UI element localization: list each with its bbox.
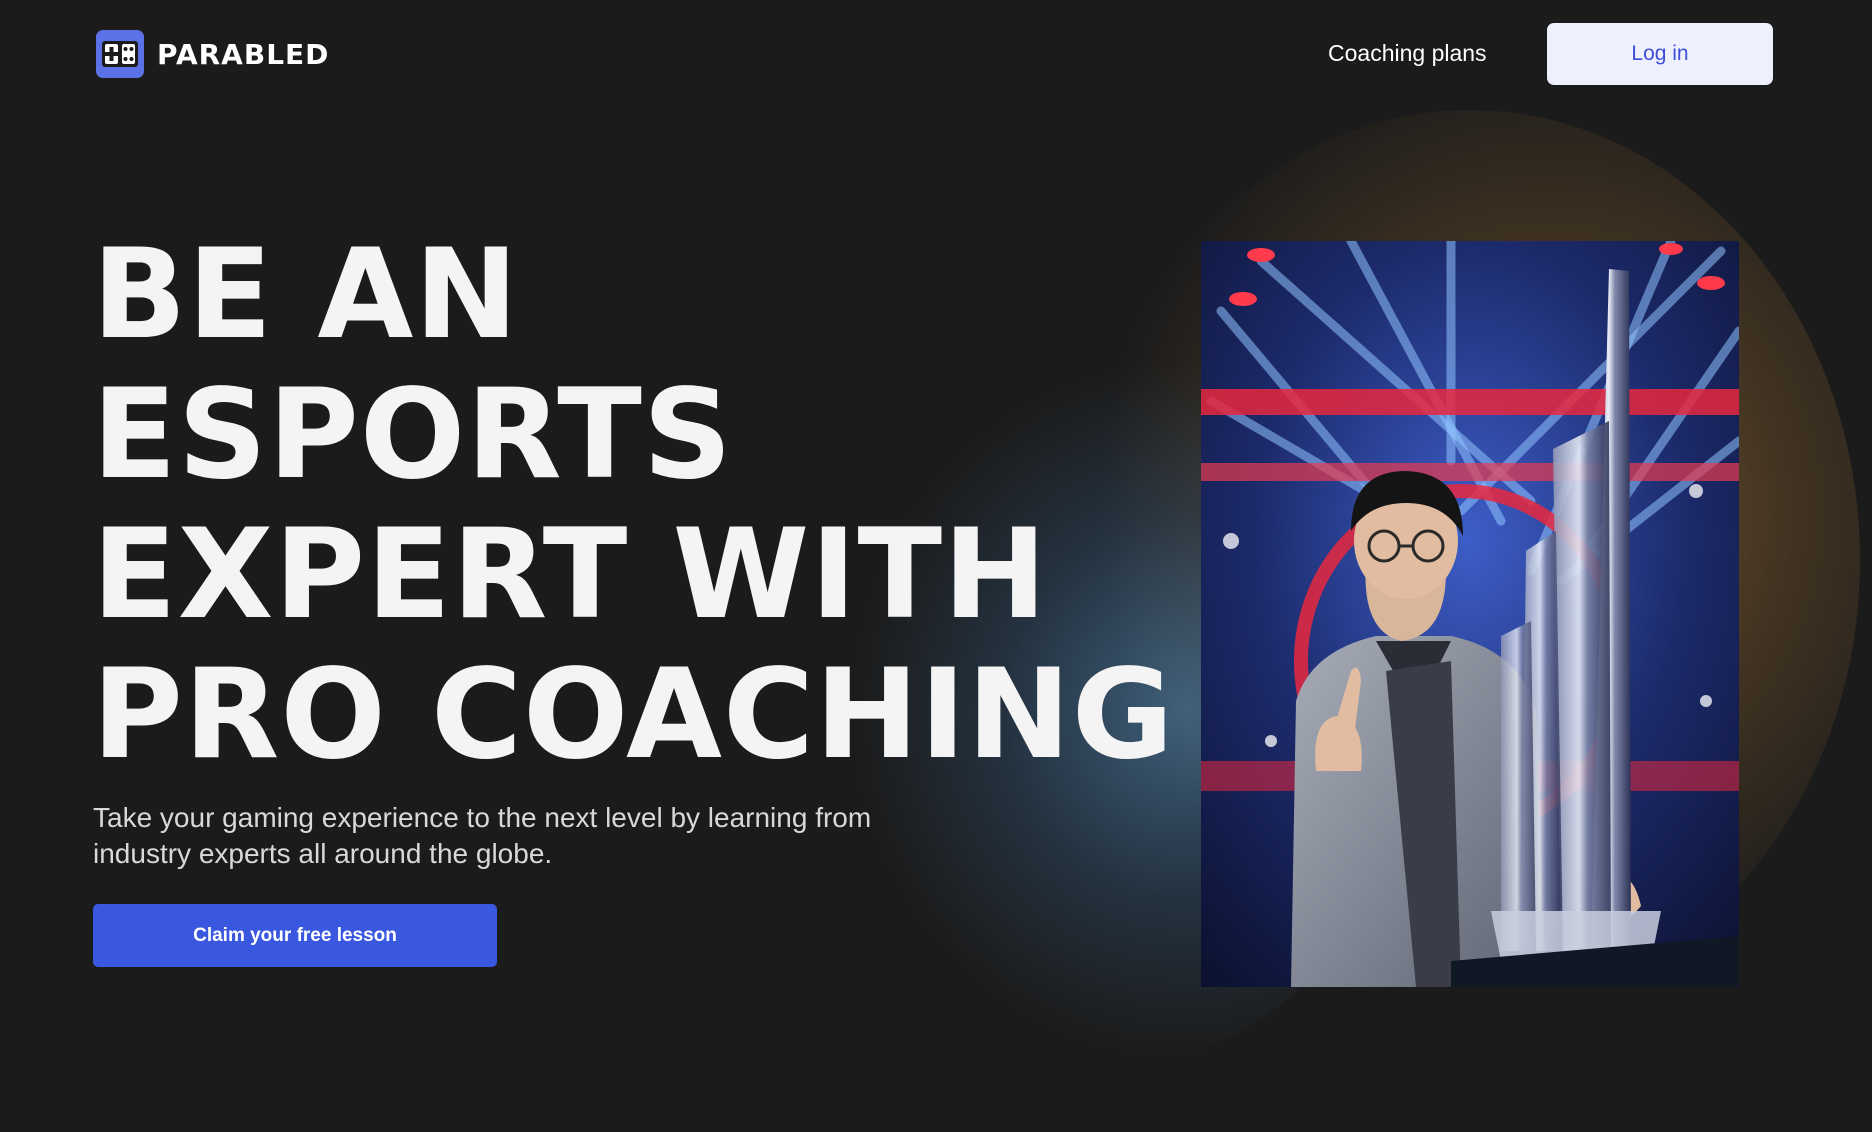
login-button[interactable]: Log in — [1547, 23, 1773, 85]
claim-free-lesson-button[interactable]: Claim your free lesson — [93, 904, 497, 967]
gamepad-icon — [96, 30, 144, 78]
headline-line: BE AN — [92, 223, 520, 367]
headline-line: EXPERT WITH — [92, 503, 1048, 647]
landing-page: PARABLED Coaching plans Log in BE AN ESP… — [0, 0, 1872, 1132]
nav-link-coaching-plans[interactable]: Coaching plans — [1328, 40, 1487, 67]
top-navigation: PARABLED Coaching plans Log in — [0, 0, 1872, 110]
hero-headline: BE AN ESPORTS EXPERT WITH PRO COACHING — [92, 223, 1175, 787]
esports-champion-photo — [1201, 241, 1739, 987]
brand-name: PARABLED — [157, 37, 330, 71]
headline-line: PRO COACHING — [92, 643, 1175, 787]
hero-photo — [1201, 241, 1739, 987]
hero-subtext: Take your gaming experience to the next … — [93, 802, 872, 869]
brand-logo[interactable]: PARABLED — [96, 30, 329, 78]
headline-line: ESPORTS — [92, 363, 734, 507]
